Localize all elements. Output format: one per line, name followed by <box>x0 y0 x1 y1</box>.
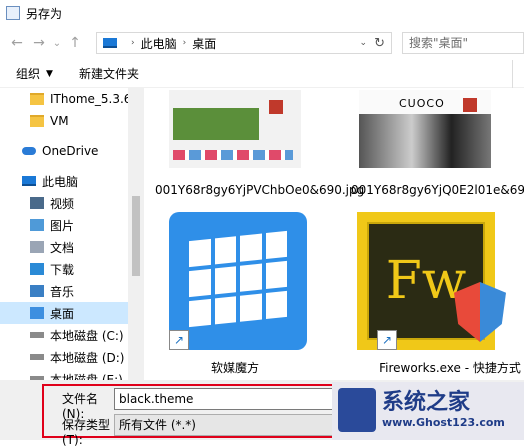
sidebar-item-vm[interactable]: VM <box>0 110 128 132</box>
sidebar-item-label: 音乐 <box>50 284 75 299</box>
video-icon <box>30 197 44 209</box>
sidebar-item-drive-d[interactable]: 本地磁盘 (D:) <box>0 346 128 368</box>
file-name: 软媒魔方 <box>210 361 259 375</box>
thumbnail-detail <box>269 100 283 114</box>
navigation-pane: IThome_5.3.6 VM OneDrive 此电脑 视频 图片 文档 下载… <box>0 88 144 380</box>
file-item[interactable]: ↗ 软媒魔方 <box>145 212 325 377</box>
image-thumbnail: CUOCO <box>359 90 491 168</box>
watermark-logo <box>338 388 376 432</box>
sidebar-item-label: IThome_5.3.6 <box>50 92 132 106</box>
music-icon <box>30 285 44 297</box>
shortcut-arrow-icon: ↗ <box>377 330 397 350</box>
app-cube-icon <box>169 212 307 350</box>
file-view: 001Y68r8gy6YjPVChbOe0&690.jpg CUOCO 001Y… <box>145 88 524 380</box>
organize-button[interactable]: 组织 ▼ <box>16 65 53 82</box>
new-folder-label: 新建文件夹 <box>78 67 139 81</box>
chevron-down-icon: ▼ <box>46 68 53 79</box>
thumbnail-detail <box>173 150 293 160</box>
sidebar-item-label: 文档 <box>50 240 75 255</box>
file-name: Fireworks.exe - 快捷方式 <box>379 361 521 375</box>
sidebar-item-videos[interactable]: 视频 <box>0 192 128 214</box>
thumbnail-detail <box>359 114 491 168</box>
title-bar: 另存为 <box>0 0 524 26</box>
sidebar-item-this-pc[interactable]: 此电脑 <box>0 170 128 192</box>
sidebar-item-documents[interactable]: 文档 <box>0 236 128 258</box>
shortcut-arrow-icon: ↗ <box>169 330 189 350</box>
new-folder-button[interactable]: 新建文件夹 <box>79 65 139 82</box>
sidebar-item-label: 桌面 <box>50 306 75 321</box>
app-grid-graphic <box>189 230 287 328</box>
breadcrumb-separator-icon: › <box>131 38 135 48</box>
sidebar-item-label: OneDrive <box>42 144 99 158</box>
thumbnail-detail <box>173 108 259 140</box>
pc-icon <box>22 176 36 186</box>
sidebar-item-downloads[interactable]: 下载 <box>0 258 128 280</box>
scrollbar-thumb[interactable] <box>132 196 140 276</box>
file-name: 001Y68r8gy6YjQ0E2l01e&690.jpg <box>351 183 524 197</box>
disk-icon <box>30 354 44 360</box>
sidebar-item-desktop[interactable]: 桌面 <box>0 302 128 324</box>
filetype-row: 保存类型(T): <box>62 416 114 447</box>
sidebar-item-pictures[interactable]: 图片 <box>0 214 128 236</box>
up-arrow-icon[interactable]: ↑ <box>64 35 86 51</box>
watermark-url: www.Ghost123.com <box>382 416 505 429</box>
document-icon <box>30 241 44 253</box>
sidebar-item-label: 下载 <box>50 262 75 277</box>
sidebar-item-drive-e[interactable]: 本地磁盘 (E:) <box>0 368 128 380</box>
sidebar-scrollbar[interactable] <box>128 88 144 380</box>
address-bar[interactable]: › 此电脑 › 桌面 ⌄ ↻ <box>96 32 392 54</box>
recent-dropdown-icon[interactable]: ⌄ <box>50 38 64 49</box>
image-thumbnail <box>169 90 301 168</box>
sidebar-item-label: 本地磁盘 (D:) <box>50 350 125 365</box>
file-item[interactable]: 001Y68r8gy6YjPVChbOe0&690.jpg <box>145 88 365 218</box>
filetype-label: 保存类型(T): <box>62 418 111 447</box>
breadcrumb-this-pc[interactable]: 此电脑 <box>141 35 177 52</box>
organize-label: 组织 <box>16 67 41 81</box>
sidebar-item-label: VM <box>50 114 69 128</box>
window-title: 另存为 <box>26 6 63 21</box>
filename-input[interactable]: black.theme <box>114 388 344 410</box>
sidebar-item-music[interactable]: 音乐 <box>0 280 128 302</box>
breadcrumb-desktop[interactable]: 桌面 <box>192 35 216 52</box>
download-icon <box>30 263 44 275</box>
pc-icon <box>103 38 117 48</box>
folder-icon <box>30 115 44 127</box>
forward-arrow-icon[interactable]: → <box>28 35 50 51</box>
folder-icon <box>30 93 44 105</box>
search-input[interactable]: 搜索"桌面" <box>402 32 524 54</box>
cloud-icon <box>22 147 36 155</box>
thumbnail-logo-text: CUOCO <box>399 97 445 110</box>
disk-icon <box>30 332 44 338</box>
back-arrow-icon[interactable]: ← <box>6 35 28 51</box>
file-name: 001Y68r8gy6YjPVChbOe0&690.jpg <box>155 183 365 197</box>
window-icon <box>6 6 20 20</box>
refresh-icon[interactable]: ↻ <box>374 36 385 51</box>
sidebar-item-label: 本地磁盘 (E:) <box>50 372 123 381</box>
breadcrumb-separator-icon: › <box>182 38 187 48</box>
watermark: 系统之家 www.Ghost123.com <box>332 382 524 440</box>
sidebar-item-label: 此电脑 <box>42 174 79 189</box>
watermark-title: 系统之家 <box>382 389 471 415</box>
command-bar: 组织 ▼ 新建文件夹 <box>0 60 524 88</box>
toolbar-edge <box>512 60 524 88</box>
picture-icon <box>30 219 44 231</box>
sidebar-item-ithome[interactable]: IThome_5.3.6 <box>0 88 132 110</box>
filetype-select[interactable]: 所有文件 (*.*) <box>114 414 344 436</box>
desktop-icon <box>30 307 44 319</box>
sidebar-item-drive-c[interactable]: 本地磁盘 (C:) <box>0 324 128 346</box>
file-item[interactable]: CUOCO 001Y68r8gy6YjQ0E2l01e&690.jpg <box>335 88 524 218</box>
sidebar-item-label: 视频 <box>50 196 75 211</box>
sidebar-item-onedrive[interactable]: OneDrive <box>0 140 128 162</box>
thumbnail-detail <box>463 98 477 112</box>
sidebar-item-label: 图片 <box>50 218 75 233</box>
sidebar-item-label: 本地磁盘 (C:) <box>50 328 124 343</box>
navigation-bar: ← → ⌄ ↑ › 此电脑 › 桌面 ⌄ ↻ 搜索"桌面" <box>0 26 524 60</box>
address-dropdown-icon[interactable]: ⌄ <box>359 38 367 48</box>
